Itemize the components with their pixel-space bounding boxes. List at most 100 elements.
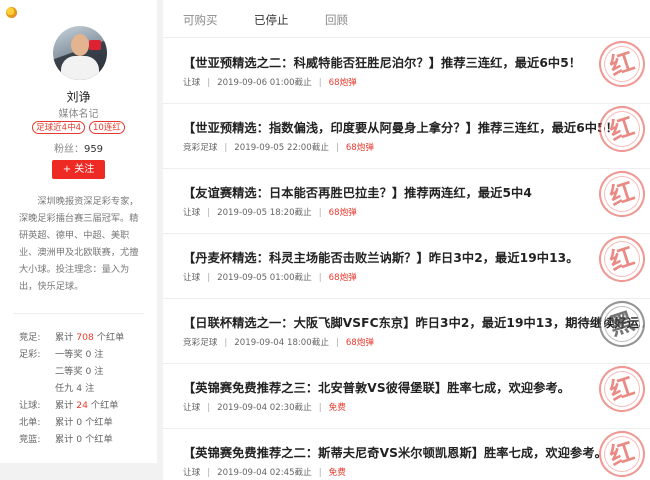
stat-pre: 累计 (55, 417, 74, 428)
stat-row: 北单: 累计 0 个红单 (19, 414, 154, 431)
stat-pre: 累计 (55, 332, 74, 343)
item-title[interactable]: 【丹麦杯精选：科灵主场能否击败兰讷斯？】昨日3中2，最近19中13。 (183, 248, 579, 266)
item-type: 让球 (183, 208, 201, 218)
divider (13, 313, 144, 314)
item-price: 68炮弹 (328, 208, 357, 218)
item-price: 68炮弹 (345, 338, 374, 348)
result-stamp-icon: 红 (593, 100, 650, 158)
stats-list: 竞足: 累计 708 个红单 足彩: 一等奖 0 注二等奖 0 注任九 4 注让球: 累… (19, 329, 154, 448)
separator: | (207, 273, 211, 283)
item-deadline: 2019-09-05 01:00截止 (217, 273, 312, 283)
stat-pre: 累计 (55, 400, 74, 411)
item-title[interactable]: 【世亚预精选之二：科威特能否狂胜尼泊尔？】推荐三连红，最近6中5！ (183, 53, 581, 71)
item-meta: 让球 | 2019-09-04 02:30截止 | 免费 (183, 401, 346, 413)
badge-win-streak: 10连红 (89, 121, 125, 134)
separator: | (318, 403, 322, 413)
item-meta: 让球 | 2019-09-05 18:20截止 | 68炮弹 (183, 206, 357, 218)
stat-pre: 任九 (55, 383, 74, 394)
stat-label: 足彩: (19, 349, 41, 360)
stat-pre: 一等奖 (55, 349, 83, 360)
item-deadline: 2019-09-04 02:30截止 (217, 403, 312, 413)
separator: | (207, 403, 211, 413)
tab-available[interactable]: 可购买 (183, 12, 218, 28)
item-price: 免费 (328, 403, 346, 413)
profile-bio: 深圳晚报资深足彩专家，深晚足彩擂台赛三届冠军。精研英超、德甲、中超、美职业、澳洲… (19, 196, 139, 292)
item-deadline: 2019-09-06 01:00截止 (217, 78, 312, 88)
result-stamp-icon: 红 (593, 35, 650, 93)
tab-review[interactable]: 回顾 (325, 12, 348, 28)
avatar[interactable] (53, 26, 107, 80)
stat-label: 北单: (19, 417, 41, 428)
item-type: 让球 (183, 403, 201, 413)
stat-value: 0 (76, 417, 83, 428)
tab-stopped[interactable]: 已停止 (254, 12, 289, 28)
item-deadline: 2019-09-05 18:20截止 (217, 208, 312, 218)
stat-pre: 二等奖 (55, 366, 83, 377)
item-meta: 让球 | 2019-09-04 02:45截止 | 免费 (183, 466, 346, 478)
stat-pre: 累计 (55, 434, 74, 445)
list-item[interactable]: 【世亚预精选：指数偏浅，印度要从阿曼身上拿分？】推荐三连红，最近6中5！ 竞彩足球… (163, 100, 650, 169)
stat-row: 让球: 累计 24 个红单 (19, 397, 154, 414)
avatar-shirt (61, 56, 99, 80)
tab-bar: 可购买 已停止 回顾 (163, 0, 650, 38)
stat-post: 个红单 (85, 417, 113, 428)
item-type: 竞彩足球 (183, 338, 218, 348)
item-price: 68炮弹 (345, 143, 374, 153)
result-stamp-icon: 黑 (593, 295, 650, 353)
result-stamp-icon: 红 (593, 165, 650, 223)
list-item[interactable]: 【英锦赛免费推荐之二：斯蒂夫尼奇VS米尔顿凯恩斯】胜率七成，欢迎参考。让球 | 20… (163, 425, 650, 480)
item-title[interactable]: 【日联杯精选之一：大阪飞脚VSFC东京】昨日3中2，最近19中13，期待继续好运… (183, 313, 650, 331)
item-title[interactable]: 【英锦赛免费推荐之三：北安普敦VS彼得堡联】胜率七成，欢迎参考。 (183, 378, 570, 396)
stat-value: 708 (76, 332, 94, 343)
item-type: 让球 (183, 273, 201, 283)
item-type: 竞彩足球 (183, 143, 218, 153)
separator: | (318, 468, 322, 478)
item-price: 免费 (328, 468, 346, 478)
stat-post: 注 (94, 366, 104, 377)
separator: | (207, 78, 211, 88)
fans-label: 粉丝： (53, 144, 84, 155)
stat-row: 任九 4 注 (19, 380, 154, 397)
stat-label: 让球: (19, 400, 41, 411)
result-stamp-icon: 红 (593, 230, 650, 288)
separator: | (207, 208, 211, 218)
item-deadline: 2019-09-05 22:00截止 (234, 143, 329, 153)
item-price: 68炮弹 (328, 78, 357, 88)
follow-button[interactable]: + 关注 (52, 160, 105, 179)
list-item[interactable]: 【世亚预精选之二：科威特能否狂胜尼泊尔？】推荐三连红，最近6中5！ 让球 | 2019… (163, 35, 650, 104)
main-content: 可购买 已停止 回顾 【世亚预精选之二：科威特能否狂胜尼泊尔？】推荐三连红，最近… (163, 0, 650, 480)
item-title[interactable]: 【世亚预精选：指数偏浅，印度要从阿曼身上拿分？】推荐三连红，最近6中5！ (183, 118, 618, 136)
profile-role: 媒体名记 (58, 109, 99, 120)
item-price: 68炮弹 (328, 273, 357, 283)
stat-post: 个红单 (85, 434, 113, 445)
fans-value: 959 (83, 144, 104, 155)
profile-badges: 足球近4中4 10连红 (0, 121, 157, 134)
stat-value: 0 (76, 434, 83, 445)
profile-name: 刘诤 (66, 90, 91, 104)
item-meta: 让球 | 2019-09-06 01:00截止 | 68炮弹 (183, 76, 357, 88)
separator: | (207, 468, 211, 478)
stat-value: 4 (76, 383, 83, 394)
item-deadline: 2019-09-04 18:00截止 (234, 338, 329, 348)
separator: | (224, 338, 228, 348)
stat-row: 足彩: 一等奖 0 注 (19, 346, 154, 363)
list-item[interactable]: 【丹麦杯精选：科灵主场能否击败兰讷斯？】昨日3中2，最近19中13。让球 | 201… (163, 230, 650, 299)
item-title[interactable]: 【友谊赛精选：日本能否再胜巴拉圭？】推荐两连红，最近5中4 (183, 183, 532, 201)
stat-value: 0 (85, 366, 92, 377)
stat-post: 注 (94, 349, 104, 360)
item-deadline: 2019-09-04 02:45截止 (217, 468, 312, 478)
stat-row: 竞篮: 累计 0 个红单 (19, 431, 154, 448)
item-type: 让球 (183, 78, 201, 88)
separator: | (335, 338, 339, 348)
stat-post: 注 (85, 383, 95, 394)
separator: | (318, 78, 322, 88)
separator: | (335, 143, 339, 153)
item-type: 让球 (183, 468, 201, 478)
stat-post: 个红单 (96, 332, 125, 343)
list-item[interactable]: 【友谊赛精选：日本能否再胜巴拉圭？】推荐两连红，最近5中4 让球 | 2019-09-… (163, 165, 650, 234)
list-item[interactable]: 【英锦赛免费推荐之三：北安普敦VS彼得堡联】胜率七成，欢迎参考。让球 | 2019-… (163, 360, 650, 429)
stat-value: 0 (85, 349, 92, 360)
item-title[interactable]: 【英锦赛免费推荐之二：斯蒂夫尼奇VS米尔顿凯恩斯】胜率七成，欢迎参考。 (183, 443, 607, 461)
separator: | (318, 208, 322, 218)
list-item[interactable]: 【日联杯精选之一：大阪飞脚VSFC东京】昨日3中2，最近19中13，期待继续好运… (163, 295, 650, 364)
